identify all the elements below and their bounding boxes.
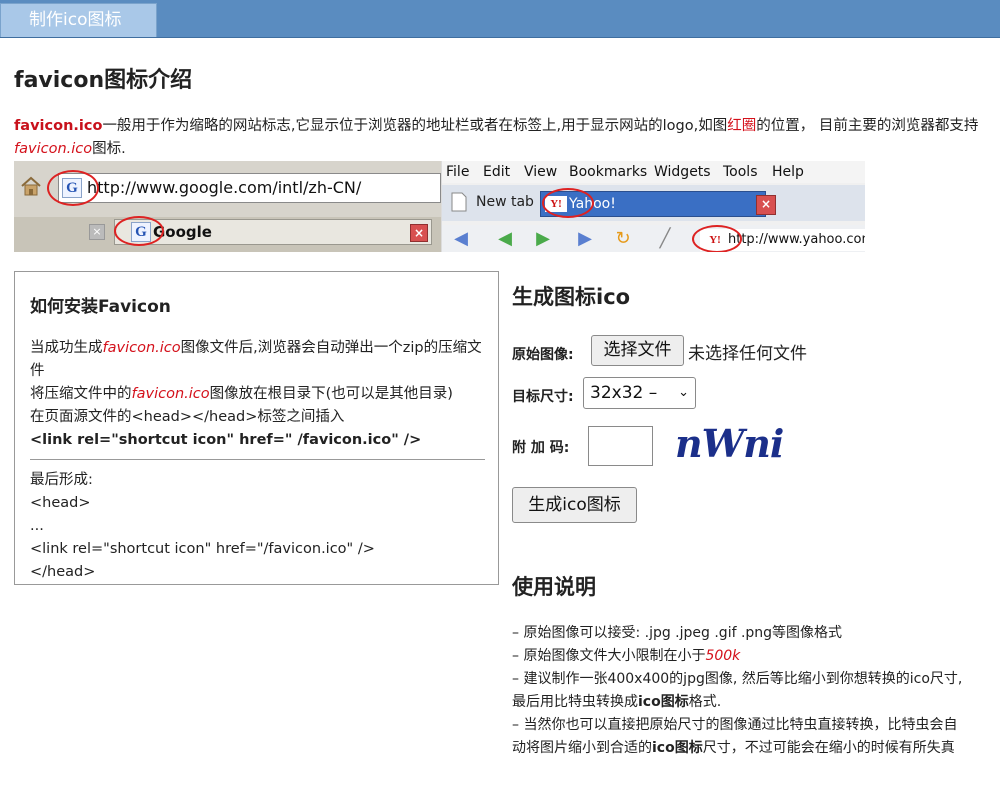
menu-bookmarks: Bookmarks [569, 164, 648, 180]
choose-file-button[interactable]: 选择文件 [591, 335, 684, 366]
usage-item: – 原始图像文件大小限制在小于500k [512, 645, 967, 668]
install-title: 如何安装Favicon [30, 297, 171, 317]
address-bar: http://www.google.com/intl/zh-CN/ [58, 173, 441, 203]
install-code-line: <link rel="shortcut icon" href=" /favico… [30, 432, 422, 448]
highlight-ring-yahoo-url [692, 225, 742, 252]
menu-tools: Tools [723, 164, 758, 180]
pen-icon: ╱ [659, 228, 671, 249]
opera-example: File Edit View Bookmarks Widgets Tools H… [442, 161, 865, 252]
usage-bold: ico图标 [652, 740, 703, 756]
usage-text: – 原始图像文件大小限制在小于 [512, 648, 706, 664]
usage-title: 使用说明 [512, 575, 596, 599]
usage-size-limit: 500k [705, 648, 741, 664]
result-line: ... [30, 518, 44, 534]
install-line: 在页面源文件的<head></head>标签之间插入 [30, 409, 345, 425]
intro-lead: favicon.ico [14, 118, 103, 134]
captcha-label: 附 加 码: [512, 440, 570, 456]
menu-view: View [524, 164, 558, 180]
firefox-example: http://www.google.com/intl/zh-CN/ G × Go… [14, 161, 441, 252]
page-title: favicon图标介绍 [14, 68, 193, 93]
usage-bold: ico图标 [638, 694, 689, 710]
menu-edit: Edit [483, 164, 511, 180]
target-size-label: 目标尺寸: [512, 389, 574, 405]
install-text: 当成功生成 [30, 340, 103, 356]
generate-ico-button[interactable]: 生成ico图标 [512, 487, 637, 523]
intro-text-2: 的位置， 目前主要的浏览器都支持 [756, 118, 979, 134]
highlight-ring-yahoo-tab [542, 188, 594, 218]
install-text: 图像放在根目录下(也可以是其他目录) [209, 386, 453, 402]
result-line: </head> [30, 564, 96, 580]
close-icon: × [89, 224, 105, 240]
top-nav-bar: 制作ico图标 [0, 0, 1000, 38]
reload-icon: ↻ [615, 228, 631, 249]
source-image-label: 原始图像: [512, 347, 574, 363]
install-favicon-italic: favicon.ico [131, 386, 210, 402]
close-tab-icon: × [410, 224, 428, 242]
captcha-image[interactable]: nWni [675, 421, 784, 466]
usage-item: – 原始图像可以接受: .jpg .jpeg .gif .png等图像格式 [512, 625, 843, 641]
intro-red-circle: 红圈 [727, 118, 757, 134]
menu-help: Help [772, 164, 804, 180]
install-panel: 如何安装Favicon 当成功生成favicon.ico图像文件后,浏览器会自动… [14, 271, 499, 585]
file-status: 未选择任何文件 [688, 344, 807, 364]
page-icon [451, 192, 467, 212]
install-favicon-italic: favicon.ico [102, 340, 181, 356]
chevron-down-icon: ⌄ [678, 385, 689, 400]
new-tab-label: New tab [476, 194, 534, 210]
result-line: <link rel="shortcut icon" href="/favicon… [30, 541, 375, 557]
tab-make-ico[interactable]: 制作ico图标 [0, 3, 157, 37]
usage-list: – 原始图像可以接受: .jpg .jpeg .gif .png等图像格式 – … [512, 622, 967, 760]
highlight-ring-tab [114, 216, 164, 246]
intro-paragraph: favicon.ico一般用于作为缩略的网站标志,它显示位于浏览器的地址栏或者在… [14, 115, 979, 161]
generate-title: 生成图标ico [512, 285, 631, 309]
yahoo-address-url: http://www.yahoo.com [728, 232, 865, 247]
close-tab-icon: × [756, 195, 776, 215]
intro-text-3: 图标. [92, 141, 126, 157]
home-icon [21, 176, 41, 196]
result-line: 最后形成: [30, 472, 93, 488]
menu-file: File [446, 164, 470, 180]
install-steps: 当成功生成favicon.ico图像文件后,浏览器会自动弹出一个zip的压缩文件… [30, 337, 490, 452]
install-line: 当成功生成favicon.ico图像文件后,浏览器会自动弹出一个zip的压缩文件 [30, 337, 490, 383]
usage-text: 尺寸，不过可能会在缩小的时候有所失真 [702, 740, 955, 756]
favicon-example-image: http://www.google.com/intl/zh-CN/ G × Go… [14, 161, 865, 252]
arrow-left-icon: ◀ [498, 228, 512, 249]
highlight-ring-address [47, 170, 99, 206]
back-icon: ◀ [454, 228, 468, 249]
fast-forward-icon: ▶ [578, 228, 592, 249]
usage-text: – 建议制作一张400x400的jpg图像, 然后等比缩小到你想转换的ico尺寸… [512, 671, 963, 710]
captcha-input[interactable] [588, 426, 653, 466]
intro-text-1: 一般用于作为缩略的网站标志,它显示位于浏览器的地址栏或者在标签上,用于显示网站的… [102, 118, 728, 134]
arrow-right-icon: ▶ [536, 228, 550, 249]
address-url: http://www.google.com/intl/zh-CN/ [87, 178, 362, 197]
usage-item: – 当然你也可以直接把原始尺寸的图像通过比特虫直接转换，比特虫会自动将图片缩小到… [512, 714, 967, 760]
intro-favicon-italic: favicon.ico [14, 141, 93, 157]
result-line: <head> [30, 495, 91, 511]
usage-text: 格式. [688, 694, 722, 710]
target-size-select[interactable]: 32x32 – ⌄ [583, 377, 696, 409]
target-size-value: 32x32 – [590, 383, 658, 403]
usage-item: – 建议制作一张400x400的jpg图像, 然后等比缩小到你想转换的ico尺寸… [512, 668, 967, 714]
install-text: 将压缩文件中的 [30, 386, 132, 402]
menu-widgets: Widgets [654, 164, 711, 180]
menu-bar: File Edit View Bookmarks Widgets Tools H… [442, 161, 865, 183]
divider [30, 459, 485, 460]
install-line: 将压缩文件中的favicon.ico图像放在根目录下(也可以是其他目录) [30, 383, 490, 406]
install-result: 最后形成: <head> ... <link rel="shortcut ico… [30, 469, 490, 584]
